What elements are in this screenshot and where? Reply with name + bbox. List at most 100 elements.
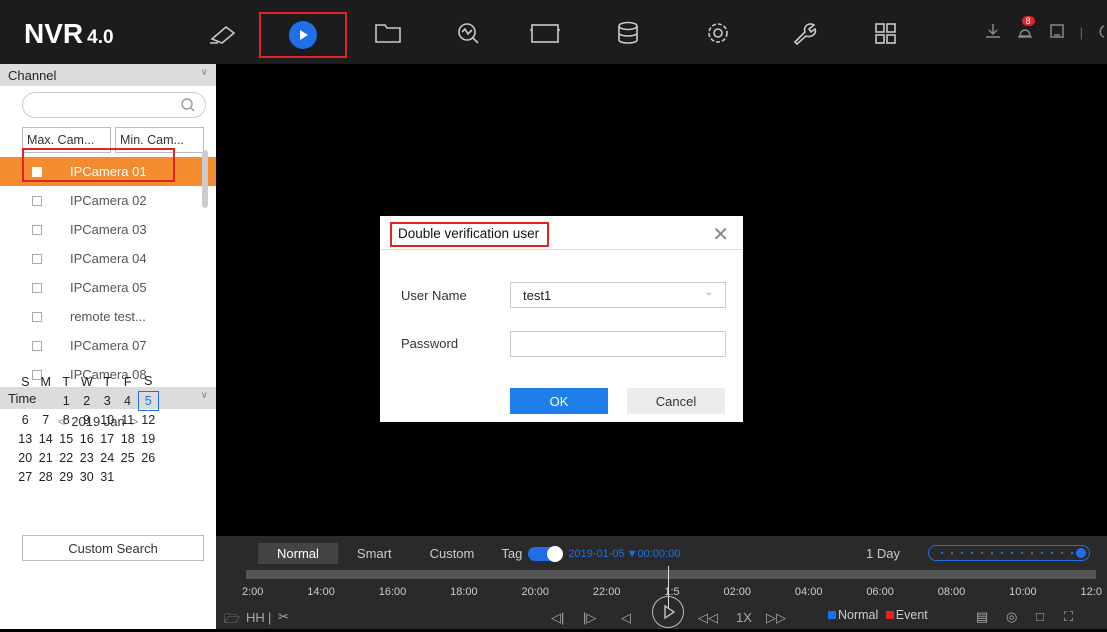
export-icon[interactable] xyxy=(1048,22,1066,43)
calendar-day[interactable]: 16 xyxy=(77,429,98,448)
slow-icon[interactable]: ◁◁ xyxy=(698,610,718,626)
channel-item[interactable]: IPCamera 05 xyxy=(0,273,216,302)
calendar-day[interactable]: 2 xyxy=(77,391,98,410)
calendar-day[interactable]: 9 xyxy=(77,410,98,429)
settings-icon[interactable] xyxy=(698,14,738,52)
weekday-label: M xyxy=(40,374,51,389)
ok-button[interactable]: OK xyxy=(510,388,608,414)
live-view-icon[interactable] xyxy=(203,14,243,52)
chevron-down-icon: ∨ xyxy=(200,67,208,78)
username-select[interactable]: test1 ⌄ xyxy=(510,282,726,308)
calendar-day[interactable]: 7 xyxy=(36,410,57,429)
app-logo: NVR 4.0 xyxy=(24,18,114,49)
calendar-day[interactable]: 12 xyxy=(138,410,159,429)
cancel-button[interactable]: Cancel xyxy=(627,388,725,414)
calendar-day[interactable]: 24 xyxy=(97,448,118,467)
prev-frame-icon[interactable]: ◁| xyxy=(551,610,564,626)
calendar-day[interactable]: 18 xyxy=(118,429,139,448)
calendar-day[interactable]: 10 xyxy=(97,410,118,429)
tab-custom[interactable]: Custom xyxy=(411,543,494,564)
calendar-day[interactable]: 17 xyxy=(97,429,118,448)
checkbox[interactable] xyxy=(32,282,42,293)
calendar-day[interactable]: 31 xyxy=(97,467,118,486)
channel-section-header[interactable]: Channel ∨ xyxy=(0,64,216,86)
password-label: Password xyxy=(401,336,459,351)
tag-toggle[interactable] xyxy=(528,545,564,562)
calendar-day[interactable]: 3 xyxy=(97,391,118,410)
calendar-day[interactable]: 6 xyxy=(15,410,36,429)
timeline-tick-label: 06:00 xyxy=(866,586,894,598)
playback-timeline: Normal Smart Custom Tag 2019-01-05 ▼ 00:… xyxy=(216,536,1107,629)
weekday-label: T xyxy=(62,374,71,389)
clip-icon[interactable]: ✂ xyxy=(278,609,289,625)
timeline-tick-label: 20:00 xyxy=(521,586,550,598)
timeline-tick-label: 16:00 xyxy=(378,586,407,598)
zoom-slider[interactable] xyxy=(928,545,1090,561)
channel-item[interactable]: IPCamera 02 xyxy=(0,186,216,215)
timeline-date: 2019-01-05 xyxy=(568,547,625,560)
channel-item[interactable]: IPCamera 07 xyxy=(0,331,216,360)
maintenance-icon[interactable] xyxy=(784,14,824,52)
calendar-day[interactable]: 28 xyxy=(36,467,57,486)
next-frame-icon[interactable]: |▷ xyxy=(583,610,596,626)
calendar-day[interactable]: 15 xyxy=(56,429,77,448)
calendar-day[interactable]: 21 xyxy=(36,448,57,467)
checkbox[interactable] xyxy=(32,195,42,206)
calendar-day[interactable]: 19 xyxy=(138,429,159,448)
calendar-day[interactable]: 8 xyxy=(56,410,77,429)
fullscreen-icon[interactable]: ⛶ xyxy=(1064,609,1073,625)
calendar-day[interactable]: 11 xyxy=(118,410,139,429)
reverse-icon[interactable]: ◁ xyxy=(621,610,631,626)
checkbox[interactable] xyxy=(32,224,42,235)
calendar-day[interactable]: 23 xyxy=(77,448,98,467)
calendar-day[interactable]: 20 xyxy=(15,448,36,467)
channel-item[interactable]: remote test... xyxy=(0,302,216,331)
channel-scrollbar[interactable] xyxy=(202,150,208,208)
channel-item[interactable]: IPCamera 03 xyxy=(0,215,216,244)
fast-icon[interactable]: ▷▷ xyxy=(766,610,786,626)
download-icon[interactable] xyxy=(984,22,1002,43)
tab-smart[interactable]: Smart xyxy=(338,543,411,564)
tab-normal[interactable]: Normal xyxy=(258,543,338,564)
calendar-day[interactable]: 13 xyxy=(15,429,36,448)
close-icon[interactable]: ✕ xyxy=(712,222,729,247)
storage-icon[interactable] xyxy=(608,14,648,52)
calendar-day[interactable]: 25 xyxy=(118,448,139,467)
chevron-down-icon: ∨ xyxy=(200,390,208,401)
checkbox[interactable] xyxy=(32,253,42,264)
search-list-icon[interactable]: ▤ xyxy=(976,609,988,625)
channel-item[interactable]: IPCamera 04 xyxy=(0,244,216,273)
power-icon[interactable] xyxy=(1097,22,1107,43)
timeline-track[interactable] xyxy=(246,570,1096,579)
calendar-day[interactable]: 4 xyxy=(118,391,139,410)
checkbox[interactable] xyxy=(32,311,42,322)
calendar-day[interactable]: 1 xyxy=(56,391,77,410)
timeline-marker-icon: ▼ xyxy=(626,547,638,560)
calendar-day[interactable]: 26 xyxy=(138,448,159,467)
calendar-day[interactable]: 5 xyxy=(137,390,159,411)
grid-menu-icon[interactable] xyxy=(865,14,905,52)
custom-search-button[interactable]: Custom Search xyxy=(22,535,204,561)
calendar-day[interactable]: 27 xyxy=(15,467,36,486)
smart-search-icon[interactable] xyxy=(448,14,488,52)
calendar-empty xyxy=(118,467,139,486)
playback-icon[interactable] xyxy=(259,12,347,58)
divider: | xyxy=(1079,25,1083,40)
channel-search-input[interactable] xyxy=(22,92,206,118)
camera-tools-icon[interactable]: ◎ xyxy=(1006,609,1017,625)
time-range-select[interactable]: 1 Day xyxy=(866,546,900,561)
calendar-day[interactable]: 29 xyxy=(56,467,77,486)
username-label: User Name xyxy=(401,288,467,303)
timeline-tick-label: 18:00 xyxy=(450,586,478,598)
split-icon[interactable]: HH xyxy=(246,610,265,625)
calendar-day[interactable]: 22 xyxy=(56,448,77,467)
alarm-icon[interactable]: 8 xyxy=(1016,16,1035,43)
calendar-day[interactable]: 14 xyxy=(36,429,57,448)
display-icon[interactable] xyxy=(525,14,565,52)
password-field[interactable] xyxy=(510,331,726,357)
calendar-day[interactable]: 30 xyxy=(77,467,98,486)
folder-icon[interactable] xyxy=(368,14,408,52)
play-button[interactable] xyxy=(652,596,684,628)
window-layout-icon[interactable]: □ xyxy=(1036,609,1044,624)
checkbox[interactable] xyxy=(32,340,42,351)
